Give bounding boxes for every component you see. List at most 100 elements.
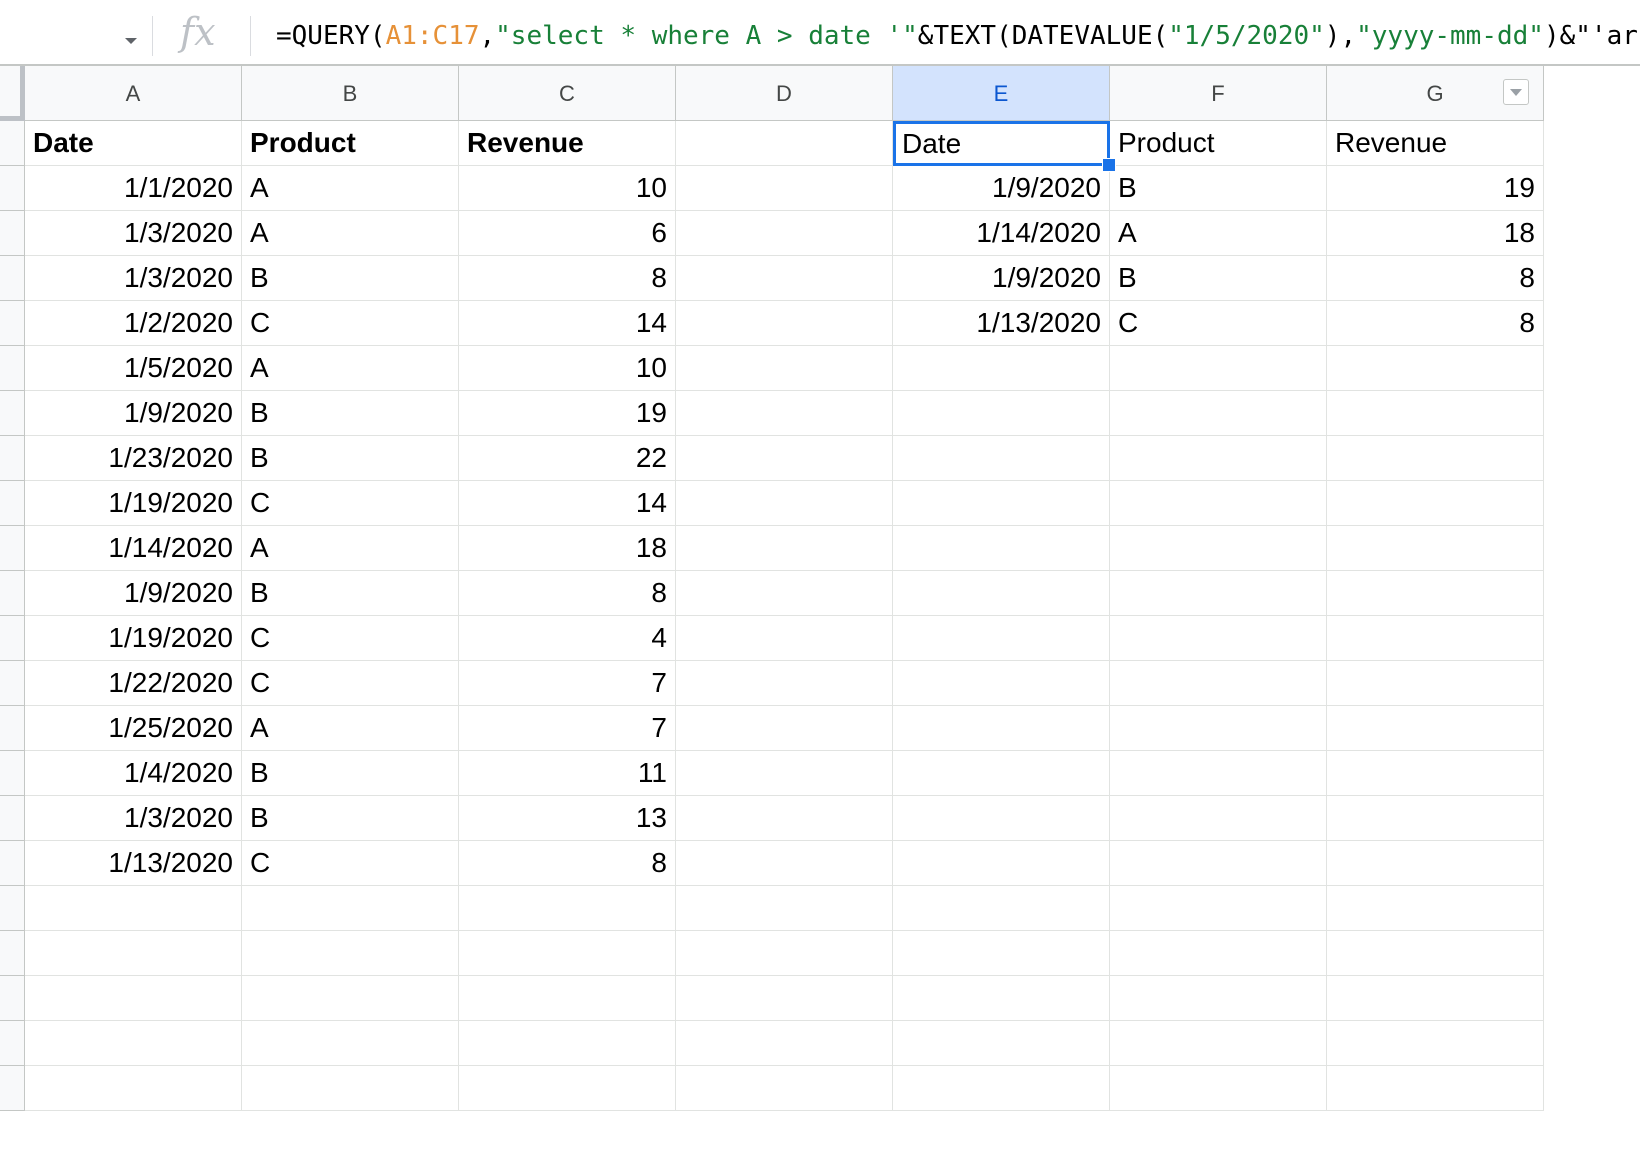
- row-header[interactable]: [0, 571, 25, 616]
- empty-cell[interactable]: [1110, 751, 1327, 796]
- empty-cell[interactable]: [893, 391, 1110, 436]
- empty-cell[interactable]: [242, 931, 459, 976]
- empty-cell[interactable]: [893, 571, 1110, 616]
- table-cell[interactable]: 19: [459, 391, 676, 436]
- table-cell[interactable]: 1/4/2020: [25, 751, 242, 796]
- empty-cell[interactable]: [676, 526, 893, 571]
- row-header[interactable]: [0, 526, 25, 571]
- empty-cell[interactable]: [1110, 796, 1327, 841]
- empty-cell[interactable]: [893, 1021, 1110, 1066]
- column-header-f[interactable]: F: [1110, 66, 1327, 121]
- table-cell[interactable]: 6: [459, 211, 676, 256]
- result-cell[interactable]: 1/13/2020: [893, 301, 1110, 346]
- table-cell[interactable]: C: [242, 661, 459, 706]
- row-header[interactable]: [0, 256, 25, 301]
- empty-cell[interactable]: [676, 256, 893, 301]
- table-cell[interactable]: 8: [459, 571, 676, 616]
- table-cell[interactable]: 8: [459, 841, 676, 886]
- empty-cell[interactable]: [459, 1066, 676, 1111]
- empty-cell[interactable]: [459, 886, 676, 931]
- table-cell[interactable]: 4: [459, 616, 676, 661]
- empty-cell[interactable]: [676, 571, 893, 616]
- empty-cell[interactable]: [242, 1066, 459, 1111]
- row-header[interactable]: [0, 391, 25, 436]
- empty-cell[interactable]: [893, 661, 1110, 706]
- table-cell[interactable]: B: [242, 436, 459, 481]
- result-header-cell[interactable]: Revenue: [1327, 121, 1544, 166]
- table-cell[interactable]: B: [242, 571, 459, 616]
- table-cell[interactable]: C: [242, 841, 459, 886]
- table-cell[interactable]: 1/3/2020: [25, 796, 242, 841]
- result-cell[interactable]: 8: [1327, 256, 1544, 301]
- empty-cell[interactable]: [1110, 1021, 1327, 1066]
- empty-cell[interactable]: [1327, 616, 1544, 661]
- empty-cell[interactable]: [676, 661, 893, 706]
- row-header[interactable]: [0, 1021, 25, 1066]
- table-cell[interactable]: 14: [459, 481, 676, 526]
- empty-cell[interactable]: [676, 751, 893, 796]
- empty-cell[interactable]: [676, 211, 893, 256]
- empty-cell[interactable]: [676, 886, 893, 931]
- table-cell[interactable]: 1/22/2020: [25, 661, 242, 706]
- empty-cell[interactable]: [893, 436, 1110, 481]
- row-header[interactable]: [0, 301, 25, 346]
- row-header[interactable]: [0, 166, 25, 211]
- empty-cell[interactable]: [676, 301, 893, 346]
- result-cell[interactable]: 1/9/2020: [893, 166, 1110, 211]
- select-all-corner[interactable]: [0, 66, 25, 121]
- row-header[interactable]: [0, 346, 25, 391]
- empty-cell[interactable]: [1327, 346, 1544, 391]
- name-box[interactable]: [0, 0, 150, 64]
- row-header[interactable]: [0, 886, 25, 931]
- table-cell[interactable]: B: [242, 391, 459, 436]
- empty-cell[interactable]: [1110, 571, 1327, 616]
- empty-cell[interactable]: [459, 976, 676, 1021]
- empty-cell[interactable]: [893, 796, 1110, 841]
- table-cell[interactable]: C: [242, 301, 459, 346]
- empty-cell[interactable]: [676, 1021, 893, 1066]
- empty-cell[interactable]: [25, 886, 242, 931]
- empty-cell[interactable]: [676, 166, 893, 211]
- table-cell[interactable]: A: [242, 166, 459, 211]
- empty-cell[interactable]: [1327, 526, 1544, 571]
- empty-cell[interactable]: [893, 346, 1110, 391]
- empty-cell[interactable]: [1327, 976, 1544, 1021]
- row-header[interactable]: [0, 931, 25, 976]
- empty-cell[interactable]: [1327, 706, 1544, 751]
- table-cell[interactable]: 1/5/2020: [25, 346, 242, 391]
- empty-cell[interactable]: [25, 1021, 242, 1066]
- empty-cell[interactable]: [893, 931, 1110, 976]
- table-cell[interactable]: A: [242, 346, 459, 391]
- empty-cell[interactable]: [676, 796, 893, 841]
- empty-cell[interactable]: [1327, 481, 1544, 526]
- empty-cell[interactable]: [1110, 526, 1327, 571]
- table-cell[interactable]: C: [242, 616, 459, 661]
- table-cell[interactable]: 14: [459, 301, 676, 346]
- table-cell[interactable]: 1/1/2020: [25, 166, 242, 211]
- table-cell[interactable]: 10: [459, 166, 676, 211]
- row-header[interactable]: [0, 976, 25, 1021]
- table-cell[interactable]: 1/14/2020: [25, 526, 242, 571]
- empty-cell[interactable]: [893, 976, 1110, 1021]
- row-header[interactable]: [0, 1066, 25, 1111]
- header-cell[interactable]: Revenue: [459, 121, 676, 166]
- empty-cell[interactable]: [676, 841, 893, 886]
- empty-cell[interactable]: [676, 976, 893, 1021]
- table-cell[interactable]: 1/2/2020: [25, 301, 242, 346]
- empty-cell[interactable]: [893, 706, 1110, 751]
- table-cell[interactable]: 13: [459, 796, 676, 841]
- empty-cell[interactable]: [1327, 931, 1544, 976]
- result-cell[interactable]: A: [1110, 211, 1327, 256]
- empty-cell[interactable]: [1110, 706, 1327, 751]
- empty-cell[interactable]: [1110, 616, 1327, 661]
- table-cell[interactable]: 1/3/2020: [25, 256, 242, 301]
- table-cell[interactable]: 1/9/2020: [25, 391, 242, 436]
- table-cell[interactable]: B: [242, 256, 459, 301]
- empty-cell[interactable]: [1327, 886, 1544, 931]
- empty-cell[interactable]: [1110, 931, 1327, 976]
- column-header-e[interactable]: E: [893, 66, 1110, 121]
- result-cell[interactable]: B: [1110, 256, 1327, 301]
- table-cell[interactable]: 7: [459, 706, 676, 751]
- empty-cell[interactable]: [25, 976, 242, 1021]
- empty-cell[interactable]: [893, 886, 1110, 931]
